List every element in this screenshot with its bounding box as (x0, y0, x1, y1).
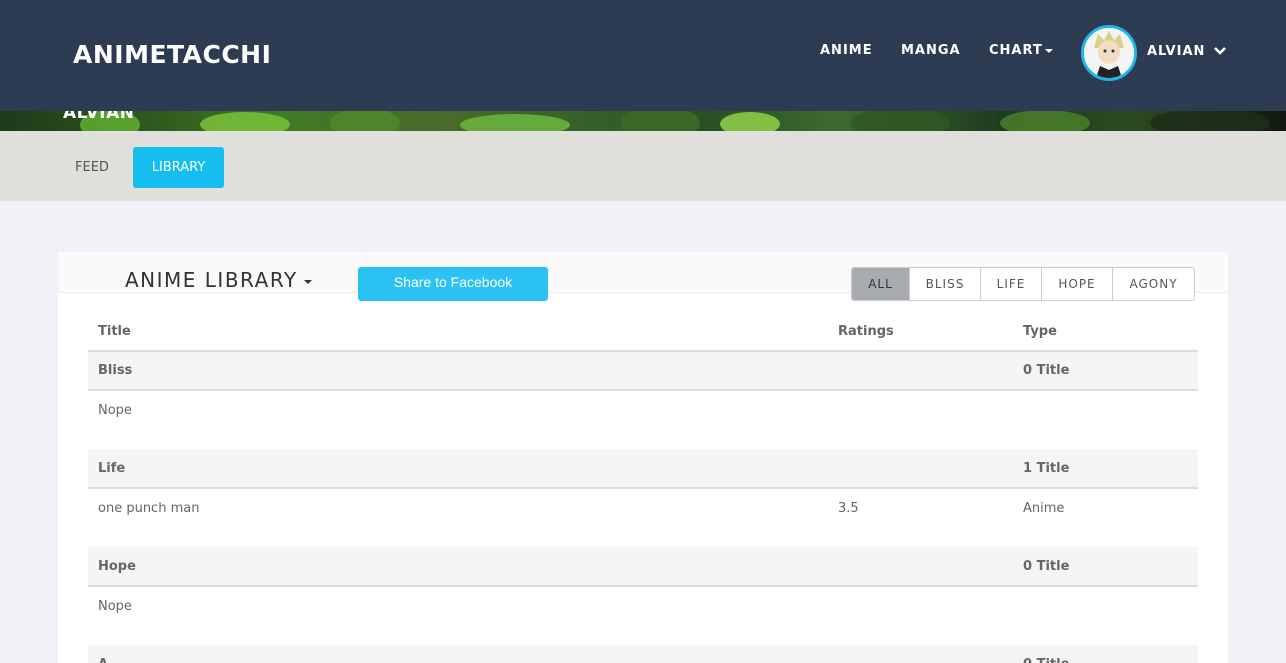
group-name: A (88, 645, 828, 663)
item-rating (828, 586, 1013, 626)
group-row-agony: A 0 Title (88, 645, 1198, 663)
group-row-hope: Hope 0 Title (88, 547, 1198, 587)
top-navbar: ANIMETACCHI ANIME MANGA CHART ALVIAN (0, 0, 1286, 111)
table-header-row: Title Ratings Type (88, 312, 1198, 352)
tab-library[interactable]: LIBRARY (133, 147, 224, 188)
status-filter-group: ALL BLISS LIFE HOPE AGONY (851, 267, 1195, 301)
item-title: Nope (98, 403, 132, 418)
group-name: Bliss (88, 351, 828, 391)
group-count: 0 Title (1013, 645, 1198, 663)
table-row: Nope (88, 390, 1198, 430)
item-type (1013, 390, 1198, 430)
filter-life[interactable]: LIFE (981, 268, 1042, 300)
library-type-dropdown[interactable]: ANIME LIBRARY (125, 268, 312, 292)
filter-bliss[interactable]: BLISS (910, 268, 981, 300)
column-ratings[interactable]: Ratings (828, 312, 1013, 352)
library-table: Title Ratings Type Bliss 0 Title Nope Li… (88, 312, 1198, 663)
library-panel: ANIME LIBRARY Share to Facebook ALL BLIS… (58, 252, 1228, 663)
group-name: Life (88, 449, 828, 489)
avatar[interactable] (1081, 25, 1137, 81)
group-count: 0 Title (1013, 351, 1198, 391)
nav-chart-label: CHART (989, 43, 1043, 58)
filter-agony[interactable]: AGONY (1113, 268, 1194, 300)
group-count: 1 Title (1013, 449, 1198, 489)
filter-hope[interactable]: HOPE (1042, 268, 1113, 300)
column-type[interactable]: Type (1013, 312, 1198, 352)
item-type: Anime (1023, 501, 1065, 516)
item-title: Nope (98, 599, 132, 614)
user-menu-name[interactable]: ALVIAN (1147, 44, 1205, 59)
brand-logo[interactable]: ANIMETACCHI (73, 40, 271, 69)
group-name: Hope (88, 547, 828, 587)
item-type (1013, 586, 1198, 626)
item-title[interactable]: one punch man (88, 488, 828, 528)
item-rating: 3.5 (838, 501, 859, 516)
table-row[interactable]: one punch man 3.5 Anime (88, 488, 1198, 528)
column-title[interactable]: Title (88, 312, 828, 352)
caret-down-icon (303, 279, 312, 284)
caret-down-icon (1044, 48, 1053, 53)
group-row-bliss: Bliss 0 Title (88, 351, 1198, 391)
share-facebook-button[interactable]: Share to Facebook (358, 267, 548, 301)
group-row-life: Life 1 Title (88, 449, 1198, 489)
nav-chart[interactable]: CHART (989, 43, 1053, 58)
filter-all[interactable]: ALL (852, 268, 910, 300)
item-rating (828, 390, 1013, 430)
group-count: 0 Title (1013, 547, 1198, 587)
profile-tabs: FEED LIBRARY (0, 131, 1286, 201)
library-title: ANIME LIBRARY (125, 268, 298, 292)
chevron-down-icon[interactable] (1213, 45, 1227, 57)
nav-anime[interactable]: ANIME (820, 43, 873, 58)
table-row: Nope (88, 586, 1198, 626)
nav-manga[interactable]: MANGA (901, 43, 961, 58)
tab-feed[interactable]: FEED (60, 147, 124, 188)
